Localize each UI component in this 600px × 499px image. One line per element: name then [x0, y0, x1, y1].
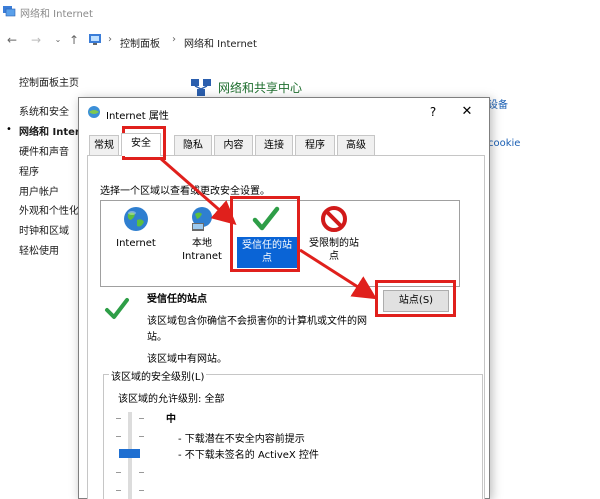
sidebar-item-hardware-sound[interactable]: 硬件和声音: [19, 143, 69, 158]
window-title: 网络和 Internet: [20, 9, 93, 20]
close-button[interactable]: ✕: [457, 102, 477, 122]
sidebar-item-clock-region[interactable]: 时钟和区域: [19, 222, 69, 237]
window-titlebar: 网络和 Internet: [0, 0, 600, 24]
globe-icon: [124, 207, 148, 231]
help-button[interactable]: ?: [423, 103, 443, 121]
slider-tick: [139, 418, 144, 419]
history-dropdown-icon[interactable]: ⌄: [50, 32, 66, 48]
zone-local-intranet[interactable]: 本地 Intranet: [169, 201, 235, 285]
sidebar-item-user-accounts[interactable]: 用户帐户: [19, 183, 59, 198]
breadcrumb-separator-icon: ›: [108, 34, 112, 45]
tab-connections[interactable]: 连接: [255, 135, 293, 155]
breadcrumb-network[interactable]: 网络和 Internet: [184, 35, 257, 50]
dialog-title: Internet 属性: [106, 111, 169, 122]
allowed-level-text: 该区域的允许级别: 全部: [118, 394, 225, 405]
internet-options-icon: [88, 106, 100, 118]
zone-label-restricted: 受限制的站 点: [309, 238, 359, 262]
network-icon: [3, 6, 16, 17]
slider-tick: [139, 472, 144, 473]
zone-info-title: 受信任的站点: [147, 294, 207, 305]
tab-content[interactable]: 内容: [214, 135, 253, 155]
slider-thumb[interactable]: [119, 449, 140, 458]
active-bullet-icon: •: [6, 124, 12, 135]
highlight-sites-button: [375, 280, 456, 317]
slider-tick: [139, 436, 144, 437]
network-sharing-center-link[interactable]: 网络和共享中心: [218, 79, 302, 96]
restricted-icon: [321, 206, 347, 232]
tab-privacy[interactable]: 隐私: [174, 135, 212, 155]
slider-tick: [139, 490, 144, 491]
slider-tick: [116, 418, 121, 419]
security-level-legend: 该区域的安全级别(L): [109, 368, 207, 383]
zone-info-description: 该区域包含你确信不会损害你的计算机或文件的网站。: [147, 316, 367, 343]
zone-label-intranet: 本地 Intranet: [182, 238, 222, 262]
zone-label-internet: Internet: [116, 238, 156, 249]
intranet-icon: [192, 207, 212, 231]
tab-general[interactable]: 常规: [89, 135, 119, 155]
zone-prompt-text: 选择一个区域以查看或更改安全设置。: [100, 186, 270, 197]
slider-tick: [116, 472, 121, 473]
breadcrumb-separator-icon: ›: [172, 34, 176, 45]
zone-sites-note: 该区域中有网站。: [147, 354, 227, 365]
trusted-zone-check-icon: [105, 298, 129, 319]
breadcrumb-control-panel[interactable]: 控制面板: [120, 35, 160, 50]
level-description-item: - 不下载未签名的 ActiveX 控件: [178, 450, 319, 461]
network-sharing-icon: [191, 79, 211, 96]
up-arrow-icon[interactable]: ↑: [66, 32, 82, 48]
tab-advanced[interactable]: 高级: [337, 135, 375, 155]
sidebar-item-ease-of-access[interactable]: 轻松使用: [19, 242, 59, 257]
cookie-link[interactable]: cookie: [488, 138, 520, 149]
security-level-name: 中: [166, 414, 176, 425]
sidebar-item-programs[interactable]: 程序: [19, 163, 39, 178]
forward-arrow-icon[interactable]: →: [28, 32, 44, 48]
zone-restricted-sites[interactable]: 受限制的站 点: [301, 201, 367, 285]
back-arrow-icon[interactable]: ←: [4, 32, 20, 48]
control-panel-icon: [89, 34, 101, 45]
sidebar-item-appearance[interactable]: 外观和个性化: [19, 202, 79, 217]
level-description-item: - 下载潜在不安全内容前提示: [178, 434, 305, 445]
sidebar-item-system-security[interactable]: 系统和安全: [19, 103, 69, 118]
sidebar-home-link[interactable]: 控制面板主页: [19, 74, 79, 89]
tab-programs[interactable]: 程序: [295, 135, 335, 155]
highlight-trusted-sites-zone: [230, 196, 300, 272]
slider-tick: [116, 436, 121, 437]
devices-link[interactable]: 设备: [488, 96, 508, 111]
tab-security[interactable]: 安全: [121, 133, 161, 156]
zone-internet[interactable]: Internet: [103, 201, 169, 285]
slider-tick: [116, 490, 121, 491]
